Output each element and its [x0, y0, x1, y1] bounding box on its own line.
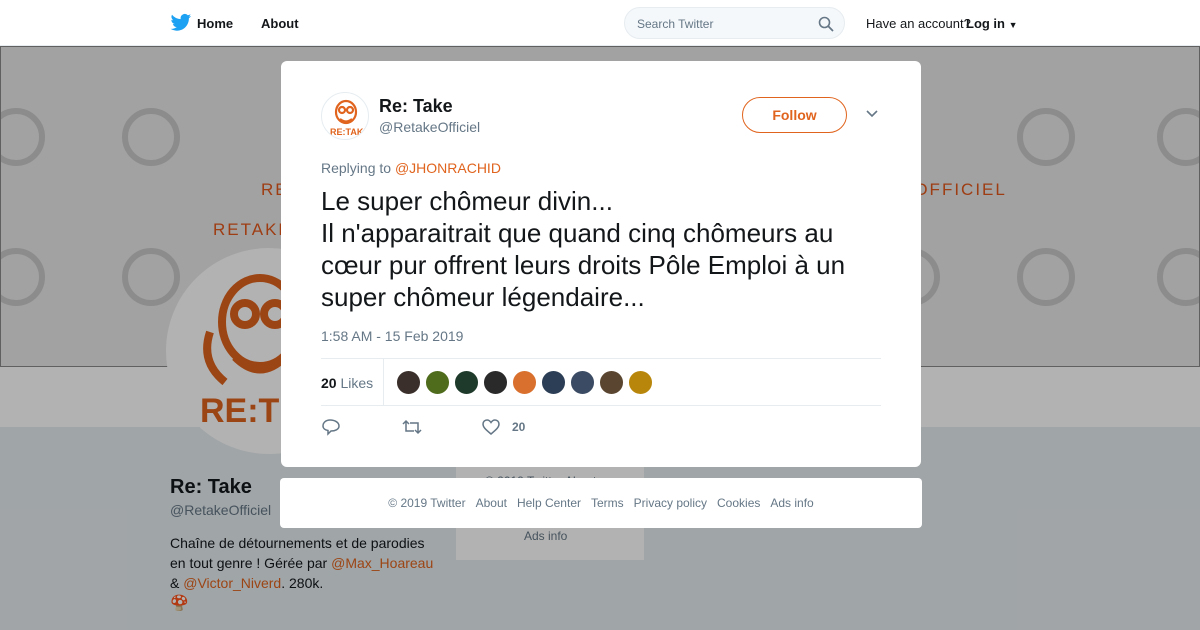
follow-button[interactable]: Follow [742, 97, 847, 133]
tweet-author-name[interactable]: Re: Take [379, 96, 453, 117]
liker-avatar[interactable] [570, 370, 595, 395]
tweet-author-avatar[interactable]: RE:TAKE [321, 92, 369, 140]
footer-links: © 2019 Twitter About Help Center Terms Priva… [280, 496, 922, 510]
replying-prefix: Replying to [321, 160, 392, 176]
nav-about-link[interactable]: About [261, 16, 299, 31]
liker-avatar[interactable] [425, 370, 450, 395]
footer-link[interactable]: Privacy policy [634, 496, 707, 510]
search-icon[interactable] [818, 16, 834, 32]
liker-avatar[interactable] [541, 370, 566, 395]
liker-avatar[interactable] [454, 370, 479, 395]
login-label: Log in [966, 16, 1005, 31]
tweet-author-handle[interactable]: @RetakeOfficiel [379, 119, 480, 135]
liker-avatar[interactable] [628, 370, 653, 395]
tweet-stats: 20 Likes [321, 358, 881, 406]
footer-link[interactable]: Cookies [717, 496, 760, 510]
retweet-icon[interactable] [401, 418, 423, 436]
replying-to: Replying to @JHONRACHID [321, 160, 501, 176]
tweet-timestamp[interactable]: 1:58 AM - 15 Feb 2019 [321, 328, 463, 344]
search-input[interactable]: Search Twitter [624, 7, 845, 39]
footer: © 2019 Twitter About Help Center Terms Priva… [280, 478, 922, 528]
likers-avatars [396, 370, 657, 395]
svg-text:RE:TAKE: RE:TAKE [330, 127, 369, 137]
liker-avatar[interactable] [396, 370, 421, 395]
nav-home-link[interactable]: Home [197, 16, 233, 31]
twitter-bird-icon[interactable] [170, 13, 192, 33]
divider [383, 359, 384, 406]
tweet-line: Le super chômeur divin... [321, 186, 613, 216]
footer-link[interactable]: About [476, 496, 507, 510]
tweet-modal: RE:TAKE Re: Take @RetakeOfficiel Follow … [281, 61, 921, 467]
replying-to-link[interactable]: @JHONRACHID [395, 160, 501, 176]
have-account-text: Have an account? [866, 16, 971, 31]
likes-label: Likes [340, 375, 374, 391]
liker-avatar[interactable] [512, 370, 537, 395]
search-placeholder: Search Twitter [637, 17, 714, 31]
footer-link[interactable]: Terms [591, 496, 624, 510]
footer-link[interactable]: Help Center [517, 496, 581, 510]
footer-link[interactable]: Ads info [770, 496, 813, 510]
login-link[interactable]: Log in ▼ [966, 16, 1018, 31]
liker-avatar[interactable] [599, 370, 624, 395]
liker-avatar[interactable] [483, 370, 508, 395]
chevron-down-icon: ▼ [1008, 20, 1018, 30]
top-nav: Home About Search Twitter Have an accoun… [0, 0, 1200, 46]
tweet-actions: 20 [321, 416, 721, 440]
like-action-count: 20 [512, 420, 526, 434]
footer-link[interactable]: © 2019 Twitter [388, 496, 465, 510]
tweet-line: Il n'apparaitrait que quand cinq chômeur… [321, 218, 846, 312]
chevron-down-icon[interactable] [865, 109, 879, 119]
reply-icon[interactable] [321, 418, 341, 436]
close-icon[interactable] [1154, 12, 1178, 36]
likes-count: 20 [321, 375, 337, 391]
heart-icon[interactable] [481, 418, 501, 436]
tweet-text: Le super chômeur divin... Il n'apparaitr… [321, 185, 891, 313]
retake-owl-logo-icon: RE:TAKE [330, 99, 369, 137]
likes-stat[interactable]: 20 Likes [321, 375, 373, 391]
